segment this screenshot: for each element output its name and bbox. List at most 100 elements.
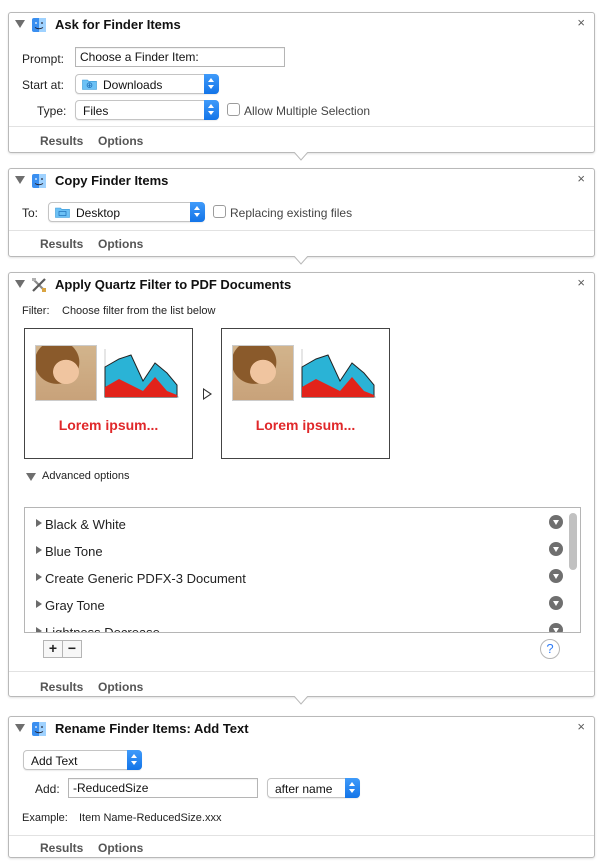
action-apply-quartz-filter: Apply Quartz Filter to PDF Documents × F… [8, 272, 595, 697]
popup-stepper-icon [345, 778, 360, 798]
filter-item-label: Gray Tone [45, 598, 105, 613]
close-action-icon[interactable]: × [577, 172, 585, 186]
close-action-icon[interactable]: × [577, 276, 585, 290]
popup-stepper-icon [127, 750, 142, 770]
start-at-label: Start at: [22, 78, 65, 92]
preview-text: Lorem ipsum... [58, 417, 159, 433]
preview-text: Lorem ipsum... [255, 417, 356, 433]
filter-item-label: Blue Tone [45, 544, 103, 559]
options-tab[interactable]: Options [98, 841, 143, 855]
desktop-folder-icon [55, 207, 70, 218]
filter-menu-icon[interactable] [549, 542, 563, 556]
filter-menu-icon[interactable] [549, 596, 563, 610]
expand-triangle-icon[interactable] [36, 627, 42, 632]
collapse-triangle-icon[interactable] [15, 280, 25, 288]
collapse-triangle-icon[interactable] [15, 20, 25, 28]
action-copy-finder-items: Copy Finder Items × To: Desktop Replacin… [8, 168, 595, 257]
results-tab[interactable]: Results [40, 134, 83, 148]
preview-photo [232, 345, 294, 401]
add-label: Add: [35, 782, 60, 796]
filter-item-label: Lightness Decrease [45, 625, 160, 633]
advanced-options-label[interactable]: Advanced options [42, 470, 129, 482]
preview-chart-graphic [104, 349, 179, 398]
add-text-field[interactable]: -ReducedSize [68, 778, 258, 798]
footer-divider [9, 835, 594, 836]
filter-menu-icon[interactable] [549, 515, 563, 529]
type-value: Files [83, 104, 109, 118]
example-value: Item Name-ReducedSize.xxx [79, 812, 222, 824]
filter-item[interactable]: Lightness Decrease [25, 618, 563, 633]
preview-before: Lorem ipsum... [24, 328, 193, 459]
action-ask-for-finder-items: Ask for Finder Items × Prompt: Choose a … [8, 12, 595, 153]
filter-item[interactable]: Black & White [25, 510, 563, 537]
filter-item[interactable]: Create Generic PDFX-3 Document [25, 564, 563, 591]
footer-divider [9, 671, 594, 672]
results-tab[interactable]: Results [40, 680, 83, 694]
start-at-value: Downloads [103, 78, 163, 92]
allow-multiple-selection-checkbox[interactable] [227, 103, 240, 116]
finder-icon [32, 722, 46, 736]
tools-icon [32, 278, 46, 292]
type-popup[interactable]: Files [75, 100, 219, 120]
rename-mode-popup[interactable]: Add Text [23, 750, 142, 770]
remove-filter-button[interactable]: − [62, 640, 82, 658]
expand-triangle-icon[interactable] [36, 546, 42, 554]
filter-list: Black & White Blue Tone Create Generic P… [24, 507, 581, 633]
preview-after: Lorem ipsum... [221, 328, 390, 459]
example-label: Example: [22, 812, 68, 824]
footer-divider [9, 230, 594, 231]
action-connector-icon [286, 696, 316, 705]
to-label: To: [22, 206, 39, 220]
rename-mode-value: Add Text [31, 754, 78, 768]
type-label: Type: [37, 104, 67, 118]
action-header: Copy Finder Items × [9, 169, 594, 193]
replacing-existing-files-checkbox[interactable] [213, 205, 226, 218]
help-button[interactable]: ? [540, 639, 560, 659]
filter-item-label: Black & White [45, 517, 126, 532]
collapse-triangle-icon[interactable] [15, 176, 25, 184]
preview-arrow-icon [203, 388, 212, 400]
advanced-options-triangle-icon[interactable] [26, 473, 36, 481]
position-popup[interactable]: after name [267, 778, 360, 798]
action-title: Ask for Finder Items [55, 17, 181, 32]
action-title: Copy Finder Items [55, 173, 169, 188]
filter-list-scrollbar[interactable] [569, 513, 577, 570]
close-action-icon[interactable]: × [577, 720, 585, 734]
preview-photo [35, 345, 97, 401]
replacing-existing-files-label: Replacing existing files [230, 206, 353, 220]
add-filter-button[interactable]: + [43, 640, 63, 658]
finder-icon [32, 174, 46, 188]
action-connector-icon [286, 256, 316, 265]
options-tab[interactable]: Options [98, 134, 143, 148]
to-popup[interactable]: Desktop [48, 202, 205, 222]
collapse-triangle-icon[interactable] [15, 724, 25, 732]
filter-hint: Choose filter from the list below [62, 305, 216, 317]
allow-multiple-selection-label: Allow Multiple Selection [244, 104, 371, 118]
footer-divider [9, 126, 594, 127]
preview-chart-graphic [301, 349, 376, 398]
finder-icon [32, 18, 46, 32]
prompt-field[interactable]: Choose a Finder Item: [75, 47, 285, 67]
results-tab[interactable]: Results [40, 841, 83, 855]
expand-triangle-icon[interactable] [36, 600, 42, 608]
results-tab[interactable]: Results [40, 237, 83, 251]
filter-menu-icon[interactable] [549, 569, 563, 583]
action-header: Ask for Finder Items × [9, 13, 594, 37]
expand-triangle-icon[interactable] [36, 573, 42, 581]
expand-triangle-icon[interactable] [36, 519, 42, 527]
action-title: Rename Finder Items: Add Text [55, 721, 249, 736]
action-title: Apply Quartz Filter to PDF Documents [55, 277, 292, 292]
options-tab[interactable]: Options [98, 680, 143, 694]
close-action-icon[interactable]: × [577, 16, 585, 30]
action-connector-icon [286, 152, 316, 161]
filter-item[interactable]: Blue Tone [25, 537, 563, 564]
start-at-popup[interactable]: Downloads [75, 74, 219, 94]
popup-stepper-icon [204, 100, 219, 120]
options-tab[interactable]: Options [98, 237, 143, 251]
action-rename-finder-items: Rename Finder Items: Add Text × Add Text… [8, 716, 595, 858]
to-value: Desktop [76, 206, 121, 220]
filter-menu-icon[interactable] [549, 623, 563, 632]
filter-item[interactable]: Gray Tone [25, 591, 563, 618]
popup-stepper-icon [190, 202, 205, 222]
action-header: Apply Quartz Filter to PDF Documents × [9, 273, 594, 297]
